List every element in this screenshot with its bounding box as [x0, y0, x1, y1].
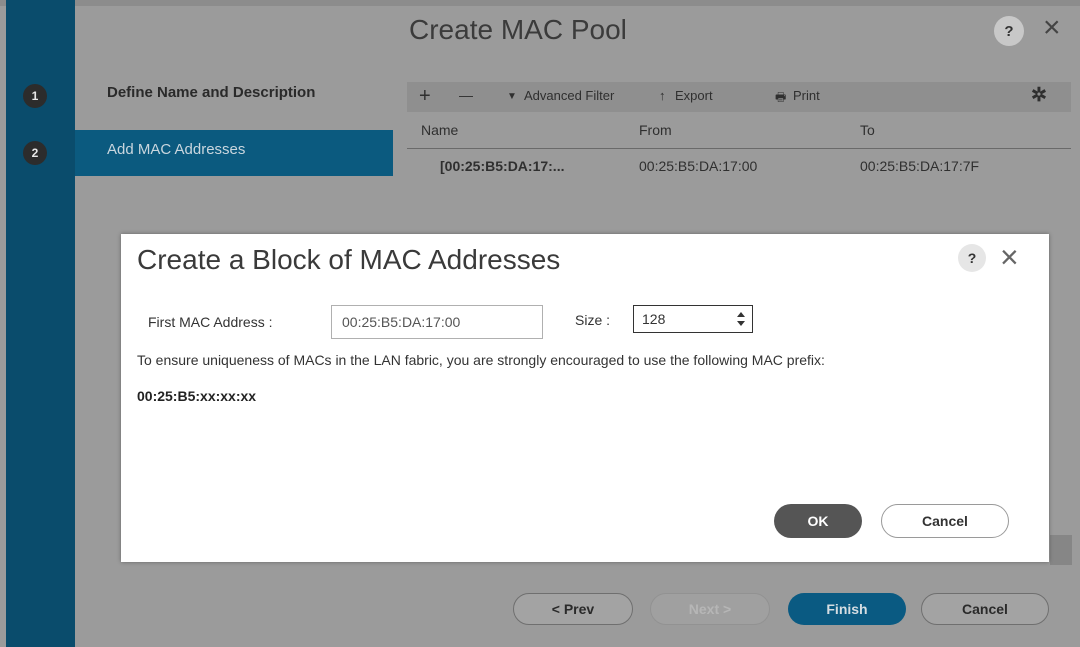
dialog-cancel-button[interactable]: Cancel	[881, 504, 1009, 538]
step-1-label[interactable]: Define Name and Description	[107, 84, 315, 101]
settings-icon[interactable]: ✲	[1031, 84, 1047, 107]
export-button[interactable]: Export	[675, 88, 713, 103]
row-from-cell: 00:25:B5:DA:17:00	[639, 158, 758, 174]
advanced-filter-button[interactable]: Advanced Filter	[524, 88, 614, 103]
dialog-title: Create a Block of MAC Addresses	[137, 244, 561, 275]
header-divider	[407, 148, 1071, 149]
top-strip	[0, 0, 1080, 6]
step-2-label[interactable]: Add MAC Addresses	[107, 141, 245, 158]
remove-icon[interactable]: —	[459, 87, 473, 103]
create-mac-block-dialog: Create a Block of MAC Addresses ? × Firs…	[121, 234, 1049, 562]
wizard-close-icon[interactable]: ×	[1043, 13, 1061, 43]
wizard-cancel-button[interactable]: Cancel	[921, 593, 1049, 625]
filter-icon: ▼	[507, 91, 517, 102]
print-icon: 🖶	[775, 90, 787, 104]
next-button[interactable]: Next >	[650, 593, 770, 625]
finish-button[interactable]: Finish	[788, 593, 906, 625]
prev-button[interactable]: < Prev	[513, 593, 633, 625]
step-1-number: 1	[23, 84, 47, 108]
export-icon: ↑	[659, 88, 666, 103]
size-value: 128	[642, 311, 666, 327]
dialog-close-icon[interactable]: ×	[1000, 241, 1019, 273]
ok-button[interactable]: OK	[774, 504, 862, 538]
first-mac-input[interactable]	[331, 305, 543, 339]
stepper-arrows-icon[interactable]	[736, 309, 746, 329]
uniqueness-message: To ensure uniqueness of MACs in the LAN …	[137, 352, 825, 368]
dialog-help-button[interactable]: ?	[958, 244, 986, 272]
column-header-name[interactable]: Name	[421, 122, 458, 138]
wizard-help-button[interactable]: ?	[994, 16, 1024, 46]
table-toolbar: + — ▼ Advanced Filter ↑ Export 🖶 Print ✲	[407, 82, 1071, 112]
add-icon[interactable]: +	[419, 85, 431, 108]
row-to-cell: 00:25:B5:DA:17:7F	[860, 158, 980, 174]
mac-prefix: 00:25:B5:xx:xx:xx	[137, 388, 257, 404]
size-label: Size :	[575, 312, 611, 328]
column-header-from[interactable]: From	[639, 122, 672, 138]
panel-edge	[1050, 535, 1072, 565]
step-2-number: 2	[23, 141, 47, 165]
row-name-cell: [00:25:B5:DA:17:...	[440, 158, 565, 174]
print-button[interactable]: Print	[793, 88, 820, 103]
wizard-title: Create MAC Pool	[409, 14, 627, 45]
first-mac-label: First MAC Address :	[148, 314, 273, 330]
column-header-to[interactable]: To	[860, 122, 875, 138]
size-stepper[interactable]: 128	[633, 305, 753, 333]
